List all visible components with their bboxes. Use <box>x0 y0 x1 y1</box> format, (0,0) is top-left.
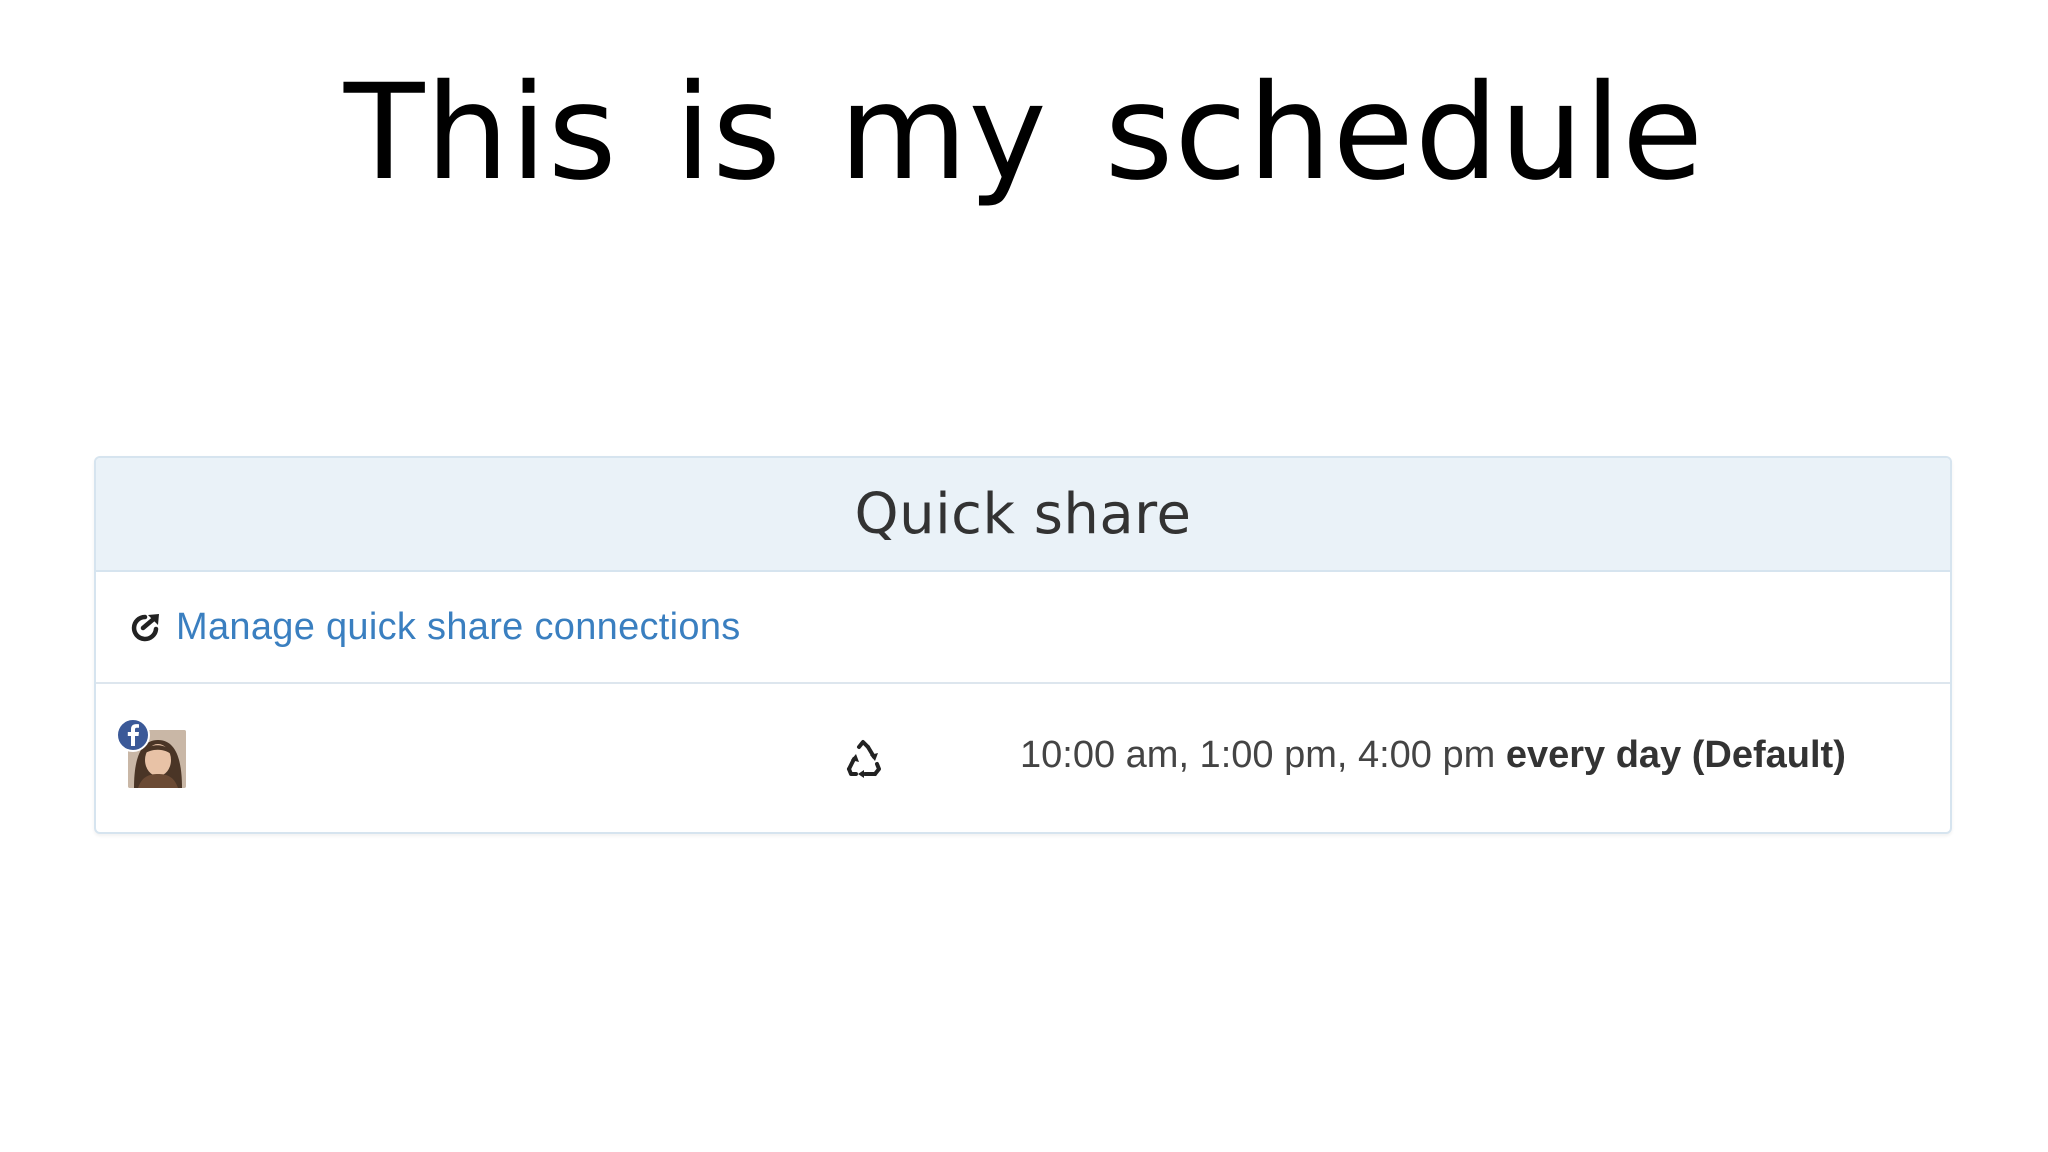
manage-connections-link[interactable]: Manage quick share connections <box>176 606 741 649</box>
slide-title: This is my schedule <box>343 56 1705 210</box>
panel-title: Quick share <box>854 481 1192 547</box>
manage-connections-row: Manage quick share connections <box>96 572 1950 684</box>
account-avatar-group[interactable] <box>116 718 196 798</box>
share-out-icon[interactable] <box>128 609 164 645</box>
quick-share-panel: Quick share Manage quick share connectio… <box>94 456 1952 834</box>
account-row: 10:00 am, 1:00 pm, 4:00 pm every day (De… <box>96 684 1950 832</box>
panel-header: Quick share <box>96 458 1950 572</box>
schedule-frequency: every day (Default) <box>1505 734 1846 776</box>
facebook-icon <box>116 718 150 752</box>
schedule-times: 10:00 am, 1:00 pm, 4:00 pm <box>1020 734 1496 776</box>
schedule-text: 10:00 am, 1:00 pm, 4:00 pm every day (De… <box>1020 734 1846 777</box>
recycle-icon <box>847 740 881 778</box>
